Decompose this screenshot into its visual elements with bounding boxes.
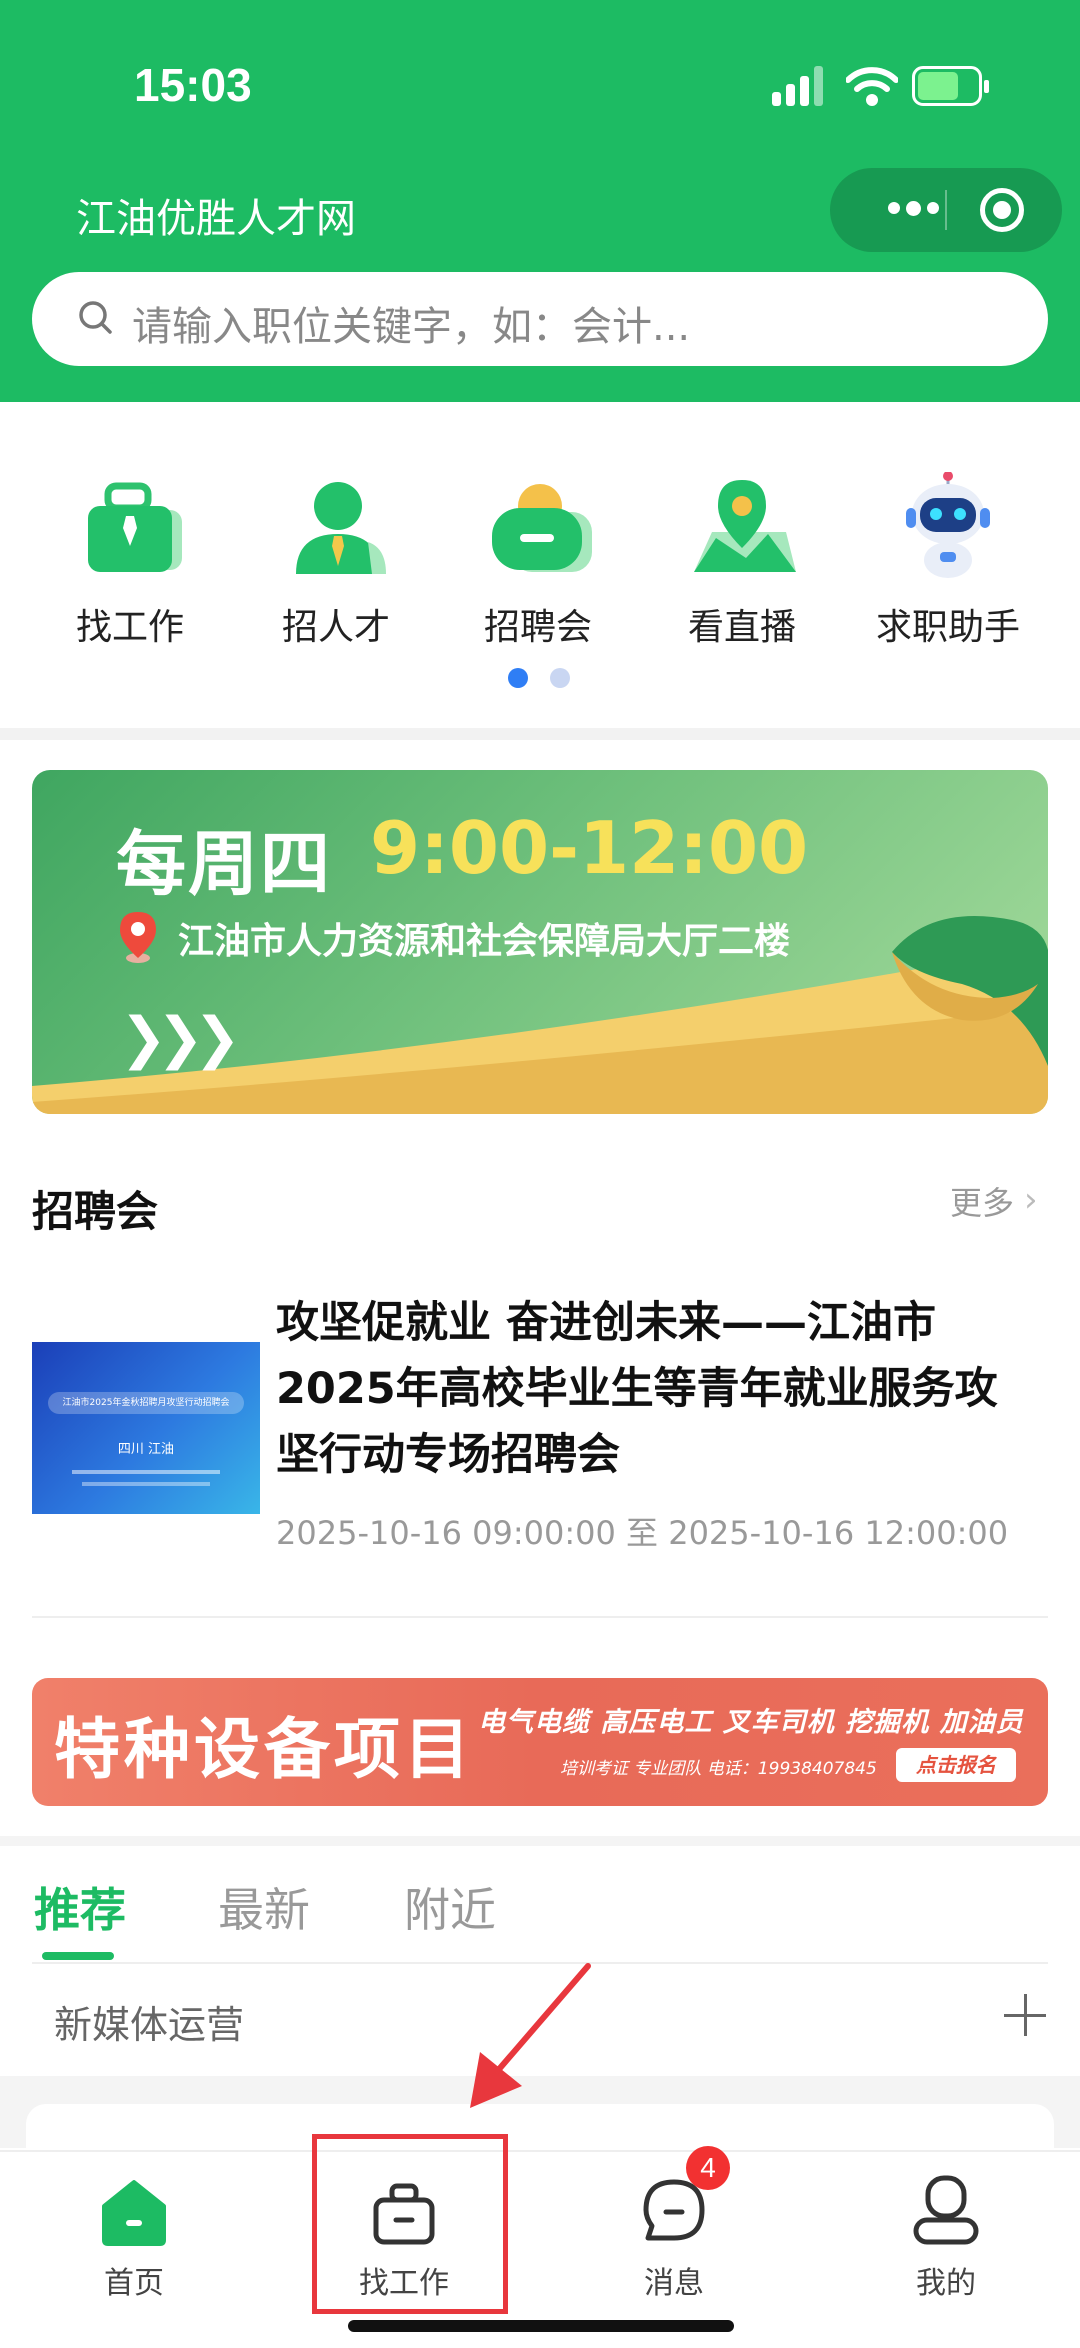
quick-find-job[interactable]: 找工作	[50, 472, 210, 650]
search-bar[interactable]: 请输入职位关键字，如：会计...	[32, 272, 1048, 366]
ad-headline: 特种设备项目	[54, 1711, 474, 1788]
highlight-box	[312, 2134, 508, 2314]
fair-title[interactable]: 攻坚促就业 奋进创未来——江油市2025年高校毕业生等青年就业服务攻坚行动专场招…	[276, 1290, 1036, 1488]
bottom-nav: 首页 找工作 消息 我的	[0, 2150, 1080, 2348]
more-link[interactable]: 更多	[950, 1178, 1014, 1224]
status-time: 15:03	[134, 59, 252, 111]
briefcase-icon	[88, 482, 182, 572]
job-filter-keyword[interactable]: 新媒体运营	[54, 1994, 244, 2049]
ad-signup-button[interactable]: 点击报名	[896, 1748, 1016, 1782]
quick-menu-pager	[508, 668, 570, 688]
unread-badge: 4	[686, 2146, 730, 2190]
search-icon	[79, 301, 112, 334]
divider	[32, 1962, 1048, 1964]
section-title-job-fair: 招聘会	[32, 1187, 159, 1236]
cellular-signal-icon	[772, 66, 826, 106]
wifi-icon	[846, 67, 898, 106]
tab-indicator	[42, 1952, 114, 1960]
quick-menu: 找工作 招人才 招聘会 看直播 求职助手	[0, 402, 1080, 728]
banner-address: 江油市人力资源和社会保障局大厅二楼	[178, 921, 791, 962]
live-map-pin-icon	[694, 480, 796, 572]
quick-recruit[interactable]: 招人才	[256, 472, 416, 650]
quick-job-fair[interactable]: 招聘会	[458, 472, 618, 650]
nav-home[interactable]: 首页	[44, 2170, 224, 2302]
thumb-city: 四川 江油	[117, 1442, 175, 1457]
miniprogram-capsule	[830, 168, 1062, 252]
nav-label: 消息	[644, 2266, 704, 2301]
fair-date-range: 2025-10-16 09:00:00 至 2025-10-16 12:00:0…	[276, 1514, 1009, 1552]
location-pin-icon	[120, 912, 156, 963]
home-icon	[102, 2180, 166, 2246]
app-title: 江油优胜人才网	[76, 196, 356, 242]
banner-arrows: ❯❯❯	[120, 1006, 241, 1071]
quick-assistant[interactable]: 求职助手	[868, 471, 1028, 650]
nav-label: 我的	[916, 2266, 976, 2301]
more-icon[interactable]	[888, 201, 939, 216]
quick-label: 招聘会	[483, 607, 592, 648]
banner-time: 9:00-12:00	[370, 806, 809, 890]
quick-label: 看直播	[687, 607, 796, 648]
ad-tags: 电气电缆 高压电工 叉车司机 挖掘机 加油员	[478, 1707, 1024, 1738]
close-miniprogram-icon[interactable]	[980, 188, 1024, 232]
quick-label: 招人才	[281, 607, 390, 648]
tab-recommended[interactable]: 推荐	[34, 1874, 126, 1940]
banner-day: 每周四	[116, 823, 332, 905]
robot-assistant-icon	[906, 471, 990, 578]
profile-icon	[913, 2175, 979, 2245]
section-divider	[0, 728, 1080, 740]
quick-label: 求职助手	[875, 607, 1020, 648]
ad-subline: 培训考证 专业团队 电话：19938407845	[560, 1759, 877, 1779]
job-fair-banner[interactable]: 每周四 9:00-12:00 江油市人力资源和社会保障局大厅二楼 ❯❯❯	[32, 770, 1048, 1114]
tab-latest[interactable]: 最新	[218, 1874, 310, 1940]
nav-label: 首页	[104, 2266, 164, 2301]
tab-nearby[interactable]: 附近	[404, 1874, 496, 1940]
quick-label: 找工作	[75, 607, 184, 648]
fair-thumbnail[interactable]: 江油市2025年金秋招聘月攻坚行动招聘会 四川 江油	[32, 1342, 260, 1514]
battery-icon	[912, 66, 989, 106]
divider	[32, 1616, 1048, 1618]
nav-messages[interactable]: 消息	[584, 2170, 764, 2302]
thumb-heading: 江油市2025年金秋招聘月攻坚行动招聘会	[48, 1392, 244, 1414]
search-placeholder[interactable]: 请输入职位关键字，如：会计...	[132, 294, 690, 352]
app-header: 15:03 江油优胜人才网 请输入职位关键字，如：会计...	[0, 0, 1080, 402]
chevron-right-icon[interactable]: ›	[1024, 1180, 1038, 1220]
job-fair-icon	[492, 484, 592, 572]
home-indicator	[348, 2320, 734, 2332]
recruiter-person-icon	[296, 482, 386, 574]
training-ad-banner[interactable]: 特种设备项目 电气电缆 高压电工 叉车司机 挖掘机 加油员 培训考证 专业团队 …	[32, 1678, 1048, 1806]
add-filter-icon[interactable]	[1004, 1994, 1046, 2036]
section-divider	[0, 1836, 1080, 1846]
quick-live[interactable]: 看直播	[662, 472, 822, 650]
nav-profile[interactable]: 我的	[856, 2170, 1036, 2302]
